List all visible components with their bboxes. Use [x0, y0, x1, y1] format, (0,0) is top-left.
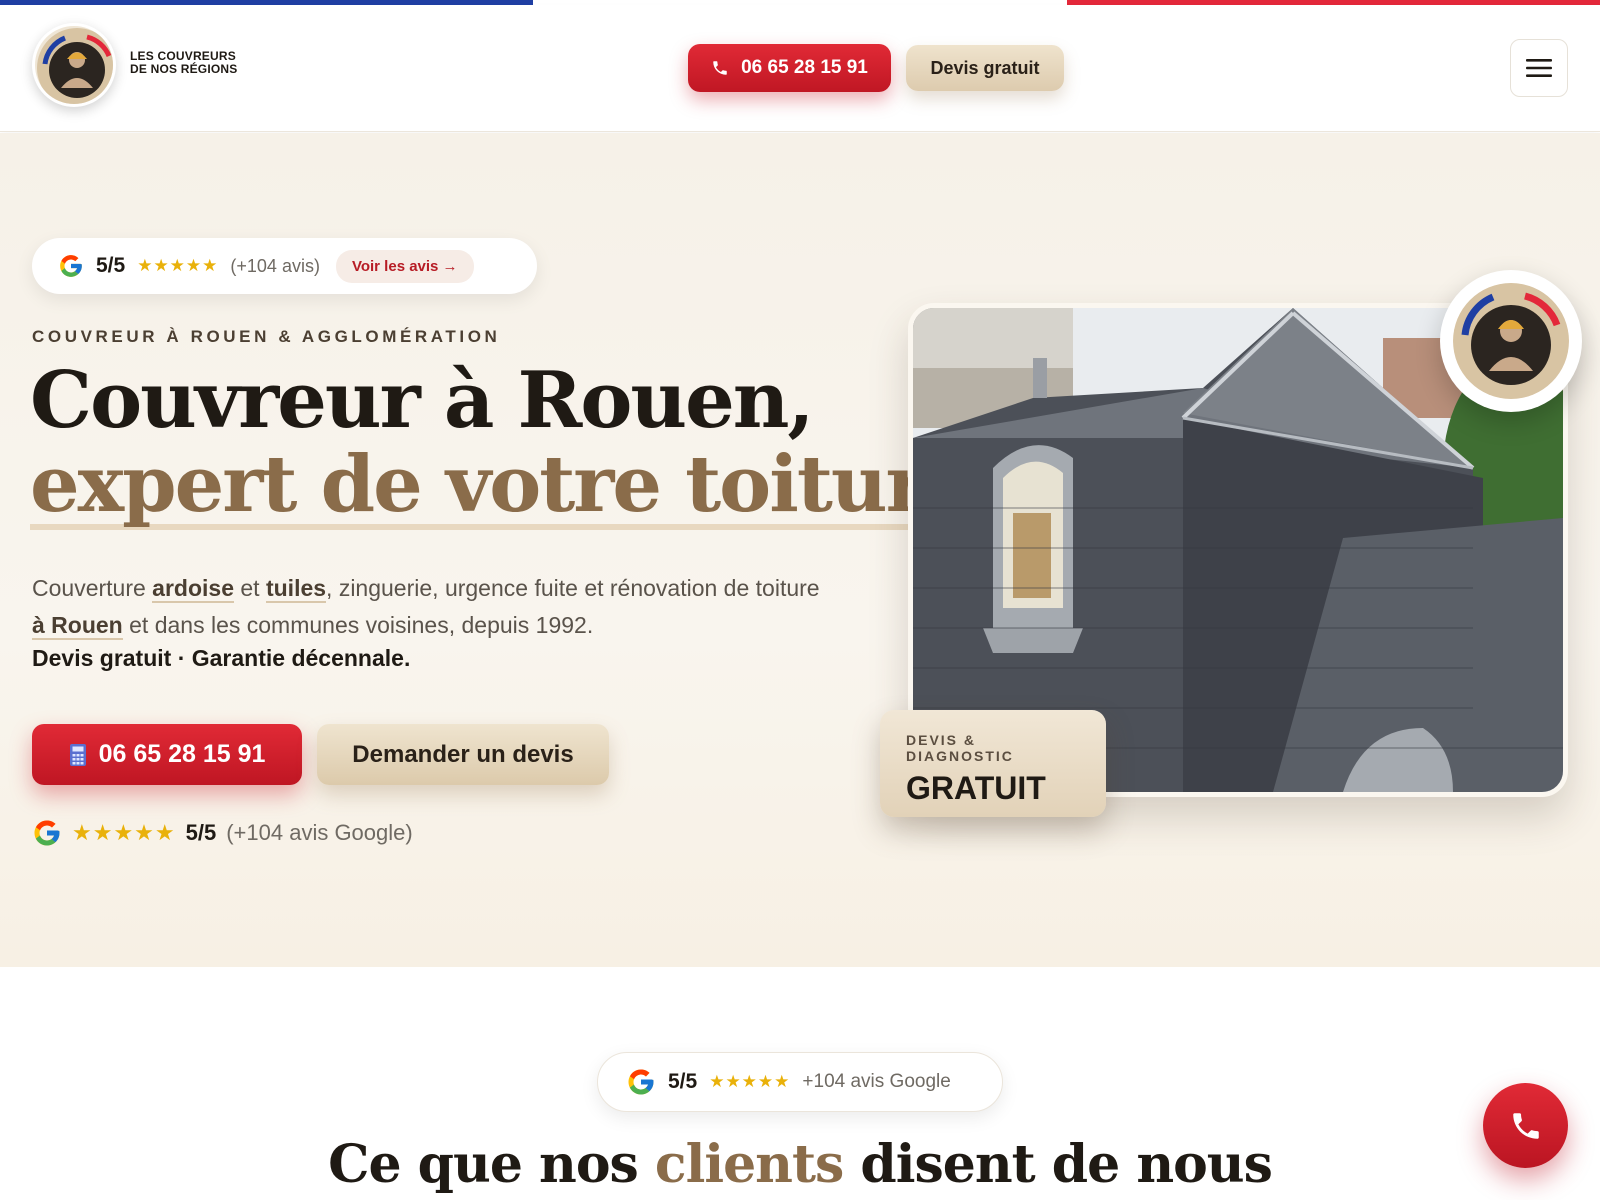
link-tuiles[interactable]: tuiles: [265, 575, 327, 603]
phone-icon: [1512, 1112, 1539, 1139]
review-count: (+104 avis): [230, 255, 320, 276]
link-rouen[interactable]: à Rouen: [32, 612, 123, 640]
hero-title-highlight: expert de votre toiture: [30, 439, 974, 530]
hero-phone-button[interactable]: 06 65 28 15 91: [32, 724, 302, 785]
hero-eyebrow: COUVREUR À ROUEN & AGGLOMÉRATION: [32, 327, 501, 346]
review-score: 5/5: [96, 254, 126, 277]
hero-guarantee: Devis gratuit · Garantie décennale.: [32, 645, 411, 671]
badge-score: 5/5: [668, 1070, 698, 1093]
link-ardoise[interactable]: ardoise: [152, 575, 234, 603]
request-quote-button[interactable]: Demander un devis: [317, 724, 609, 785]
review-stars: ★★★★★: [137, 256, 219, 275]
rating-count: (+104 avis Google): [226, 820, 413, 845]
google-reviews-badge: 5/5 ★★★★★ +104 avis Google: [597, 1052, 1003, 1112]
header-phone-button[interactable]: 06 65 28 15 91: [688, 44, 891, 92]
badge-stars: ★★★★★: [709, 1072, 791, 1091]
google-icon: [60, 255, 82, 277]
reviews-section-title: Ce que nos clients disent de nous: [328, 1134, 1273, 1195]
brand-name: LES COUVREURS DE NOS RÉGIONS: [130, 49, 238, 76]
menu-button[interactable]: [1510, 39, 1568, 97]
site-header: LES COUVREURS DE NOS RÉGIONS 06 65 28 15…: [0, 5, 1600, 132]
logo-badge: [1440, 270, 1582, 412]
hero-description: Couverture ardoise et tuiles, zinguerie,…: [32, 575, 820, 640]
see-reviews-link[interactable]: Voir les avis →: [335, 249, 474, 283]
rating-stars: ★★★★★: [72, 820, 176, 845]
badge-count: +104 avis Google: [802, 1071, 951, 1092]
free-quote-card: DEVIS & DIAGNOSTIC GRATUIT: [880, 710, 1106, 817]
google-icon: [628, 1069, 654, 1095]
hamburger-icon: [1526, 59, 1552, 77]
hero-section: 5/5 ★★★★★ (+104 avis) Voir les avis → CO…: [0, 133, 1600, 967]
phone-icon: [713, 61, 727, 75]
rating-score: 5/5: [185, 820, 217, 845]
google-review-pill: 5/5 ★★★★★ (+104 avis) Voir les avis →: [32, 238, 537, 294]
logo[interactable]: [32, 23, 116, 107]
calculator-icon: [69, 743, 86, 766]
hero-title: Couvreur à Rouen, expert de votre toitur…: [30, 355, 974, 530]
google-rating-row: ★★★★★ 5/5 (+104 avis Google): [32, 818, 413, 848]
floating-call-button[interactable]: [1483, 1083, 1568, 1168]
google-icon: [34, 820, 60, 846]
header-devis-button[interactable]: Devis gratuit: [906, 45, 1064, 91]
